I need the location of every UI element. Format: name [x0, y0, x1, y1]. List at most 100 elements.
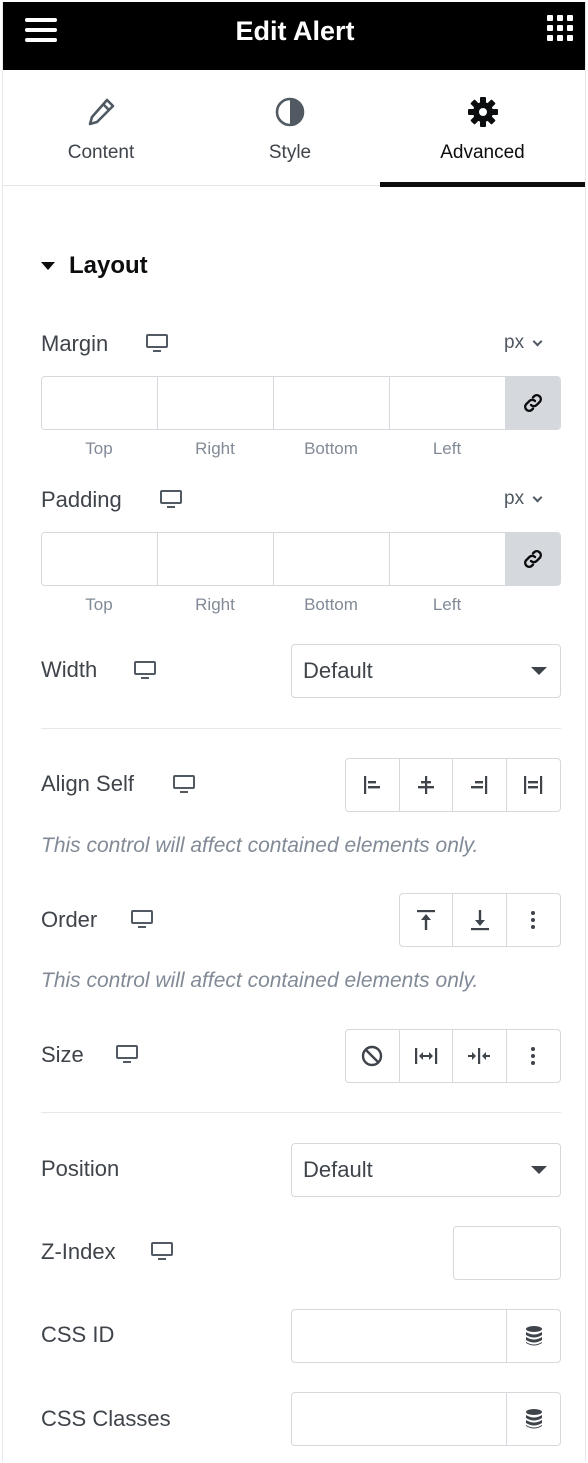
tab-advanced[interactable]: Advanced: [380, 70, 585, 187]
align-self-note: This control will affect contained eleme…: [41, 834, 479, 857]
margin-top-input[interactable]: [42, 377, 158, 429]
responsive-desktop-icon[interactable]: [146, 334, 168, 354]
padding-unit-select[interactable]: px: [504, 488, 543, 510]
padding-bottom-input[interactable]: [274, 533, 390, 585]
align-start-button[interactable]: [346, 759, 400, 811]
padding-right-input[interactable]: [158, 533, 274, 585]
link-icon: [524, 394, 542, 412]
align-start-icon: [364, 776, 381, 794]
padding-label: Padding: [41, 487, 122, 512]
order-more-button[interactable]: [507, 894, 560, 946]
side-label: Right: [195, 439, 235, 458]
panel-tabs: Content Style Advanced: [3, 70, 585, 187]
width-label: Width: [41, 657, 98, 682]
responsive-desktop-icon[interactable]: [116, 1045, 138, 1065]
chevron-down-icon: [532, 492, 543, 502]
css-id-input[interactable]: [292, 1310, 506, 1362]
align-center-button[interactable]: [400, 759, 453, 811]
more-icon: [531, 1047, 536, 1065]
pencil-icon: [88, 98, 115, 126]
responsive-desktop-icon[interactable]: [131, 910, 153, 930]
order-end-button[interactable]: [453, 894, 507, 946]
order-note: This control will affect contained eleme…: [41, 969, 479, 992]
margin-bottom-input[interactable]: [274, 377, 390, 429]
position-select[interactable]: Default: [291, 1143, 561, 1197]
position-select-value: Default: [303, 1157, 373, 1182]
margin-right-input[interactable]: [158, 377, 274, 429]
size-shrink-button[interactable]: [453, 1030, 507, 1082]
align-stretch-icon: [524, 776, 543, 794]
responsive-desktop-icon[interactable]: [151, 1242, 173, 1262]
padding-unit-value: px: [504, 488, 525, 509]
margin-unit-select[interactable]: px: [504, 332, 543, 354]
link-icon: [524, 550, 542, 568]
section-layout-toggle[interactable]: Layout: [41, 248, 148, 284]
padding-side-labels: Top Right Bottom Left: [41, 595, 505, 615]
size-choices: [345, 1029, 561, 1083]
caret-down-icon: [41, 262, 55, 270]
half-circle-icon: [275, 97, 305, 127]
css-id-field: [291, 1309, 561, 1363]
section-title: Layout: [69, 252, 148, 279]
align-stretch-button[interactable]: [507, 759, 561, 811]
size-more-button[interactable]: [507, 1030, 561, 1082]
side-label: Top: [85, 595, 113, 614]
css-classes-label: CSS Classes: [41, 1406, 171, 1431]
side-label: Top: [85, 439, 113, 458]
responsive-desktop-icon[interactable]: [160, 490, 182, 510]
responsive-desktop-icon[interactable]: [134, 661, 156, 681]
padding-inputs: [41, 532, 561, 586]
padding-link-button[interactable]: [506, 533, 560, 585]
padding-top-input[interactable]: [42, 533, 158, 585]
order-choices: [399, 893, 561, 947]
size-label: Size: [41, 1042, 84, 1067]
css-classes-input[interactable]: [292, 1393, 506, 1445]
z-index-label: Z-Index: [41, 1239, 116, 1264]
size-none-button[interactable]: [346, 1030, 400, 1082]
padding-left-input[interactable]: [390, 533, 506, 585]
caret-down-icon: [531, 667, 547, 675]
editor-panel: Edit Alert Content Style Advanced Layout…: [2, 2, 586, 1461]
side-label: Bottom: [304, 595, 358, 614]
database-icon: [525, 1409, 542, 1429]
gear-icon: [467, 97, 498, 127]
panel-title: Edit Alert: [235, 16, 355, 46]
order-start-button[interactable]: [400, 894, 454, 946]
order-end-icon: [470, 910, 489, 931]
css-id-label: CSS ID: [41, 1322, 115, 1347]
side-label: Right: [195, 595, 235, 614]
side-label: Left: [432, 595, 462, 614]
tab-style[interactable]: Style: [199, 70, 381, 186]
margin-left-input[interactable]: [390, 377, 506, 429]
grid-icon[interactable]: [547, 15, 573, 41]
divider: [41, 728, 561, 729]
database-icon: [525, 1326, 542, 1346]
align-end-button[interactable]: [453, 759, 507, 811]
caret-down-icon: [531, 1166, 547, 1174]
css-classes-dynamic-tags-button[interactable]: [506, 1393, 560, 1445]
shrink-icon: [468, 1048, 491, 1064]
width-select[interactable]: Default: [291, 644, 561, 698]
position-label: Position: [41, 1156, 120, 1181]
side-label: Bottom: [304, 439, 358, 458]
align-self-choices: [345, 758, 561, 812]
divider: [41, 1112, 561, 1113]
margin-side-labels: Top Right Bottom Left: [41, 439, 505, 459]
responsive-desktop-icon[interactable]: [173, 775, 195, 795]
margin-inputs: [41, 376, 561, 430]
margin-unit-value: px: [504, 332, 525, 353]
width-select-value: Default: [303, 658, 373, 683]
chevron-down-icon: [532, 336, 543, 346]
order-start-icon: [417, 910, 436, 930]
no-grow-icon: [362, 1045, 383, 1067]
css-id-dynamic-tags-button[interactable]: [506, 1310, 560, 1362]
z-index-input[interactable]: [453, 1226, 561, 1280]
order-label: Order: [41, 907, 98, 932]
margin-link-button[interactable]: [506, 377, 560, 429]
align-center-icon: [417, 776, 434, 794]
more-icon: [531, 911, 536, 929]
tab-content[interactable]: Content: [3, 70, 199, 186]
tab-advanced-label: Advanced: [440, 142, 525, 163]
align-end-icon: [471, 776, 488, 794]
size-grow-button[interactable]: [400, 1030, 453, 1082]
